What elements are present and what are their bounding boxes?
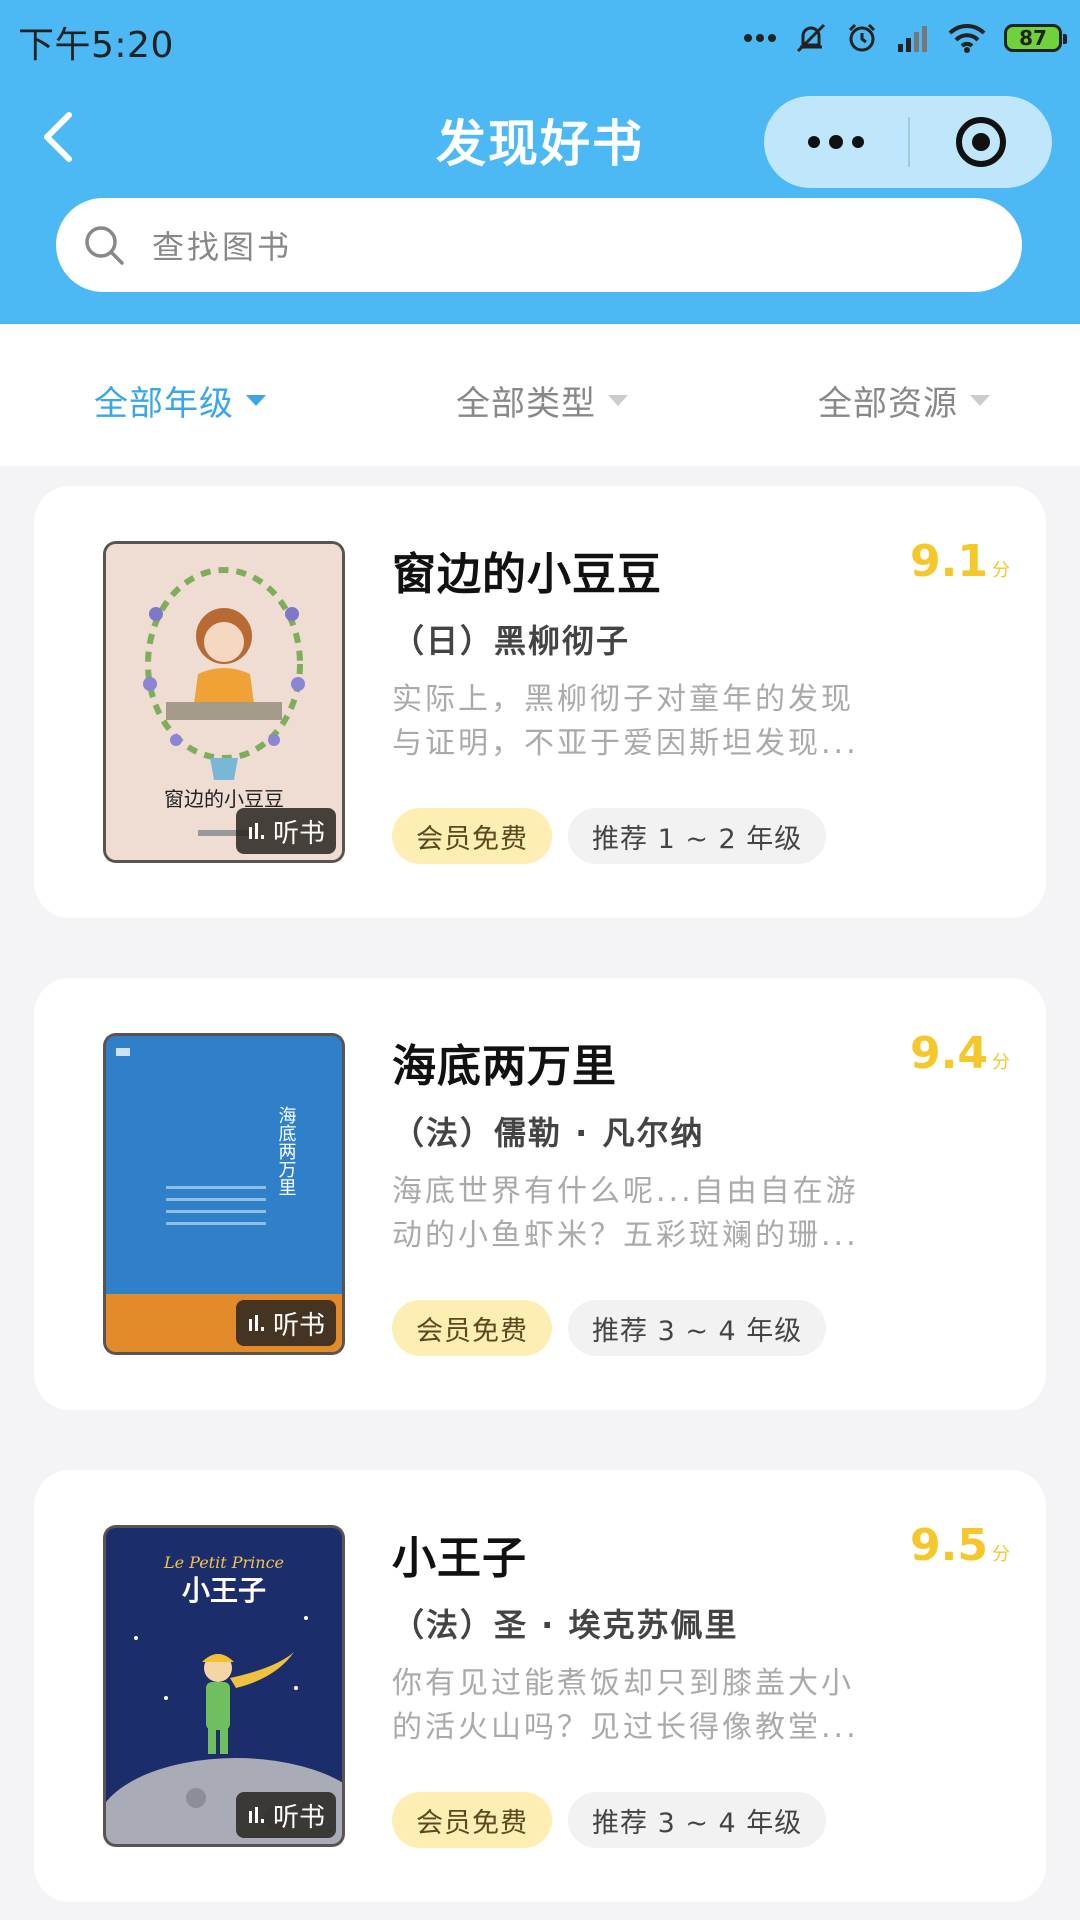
desc-line: 实际上，黑柳彻子对童年的发现 bbox=[392, 682, 854, 717]
book-description: 海底世界有什么呢...自由自在游 动的小鱼虾米？五彩斑斓的珊... bbox=[392, 1170, 912, 1258]
status-time: 下午5:20 bbox=[18, 25, 174, 66]
filter-type[interactable]: 全部类型 bbox=[456, 376, 628, 425]
search-input[interactable]: 查找图书 bbox=[56, 198, 1022, 292]
status-bar: 下午5:20 87 bbox=[0, 0, 1080, 72]
mute-bell-icon bbox=[796, 23, 826, 53]
book-card[interactable]: 海底两万里 听书 海底两万里 9.4 分 （法）儒勒 · 凡尔纳 海底世界有什么呢… bbox=[34, 978, 1046, 1410]
grade-tag: 推荐 1 ~ 2 年级 bbox=[568, 808, 827, 864]
alarm-icon bbox=[848, 23, 876, 52]
grade-tag: 推荐 3 ~ 4 年级 bbox=[568, 1792, 827, 1848]
mini-program-capsule bbox=[764, 96, 1052, 188]
search-icon bbox=[82, 223, 142, 267]
listen-badge[interactable]: 听书 bbox=[236, 808, 336, 854]
book-author: （日）黑柳彻子 bbox=[392, 622, 631, 660]
book-card[interactable]: 窗边的小豆豆 听书 窗边的小豆豆 9.1 分 （日）黑柳彻子 实际上，黑柳彻子对童… bbox=[34, 486, 1046, 918]
audio-bars-icon bbox=[248, 823, 264, 839]
status-icons: 87 bbox=[744, 18, 1067, 58]
signal-icon bbox=[898, 26, 927, 52]
book-title[interactable]: 小王子 bbox=[392, 1522, 527, 1586]
listen-badge[interactable]: 听书 bbox=[236, 1792, 336, 1838]
dropdown-icon bbox=[246, 395, 266, 406]
book-tags: 会员免费 推荐 3 ~ 4 年级 bbox=[392, 1792, 827, 1848]
audio-bars-icon bbox=[248, 1315, 264, 1331]
more-dots-icon bbox=[744, 34, 776, 42]
desc-line: 的活火山吗？见过长得像教堂... bbox=[392, 1710, 859, 1745]
book-description: 你有见过能煮饭却只到膝盖大小 的活火山吗？见过长得像教堂... bbox=[392, 1662, 912, 1750]
book-score: 9.1 分 bbox=[910, 536, 1010, 587]
more-button[interactable] bbox=[764, 96, 908, 188]
score-unit: 分 bbox=[992, 560, 1010, 581]
vip-free-tag: 会员免费 bbox=[392, 1792, 552, 1848]
book-tags: 会员免费 推荐 1 ~ 2 年级 bbox=[392, 808, 827, 864]
score-unit: 分 bbox=[992, 1544, 1010, 1565]
filter-label: 全部资源 bbox=[818, 384, 958, 424]
listen-badge[interactable]: 听书 bbox=[236, 1300, 336, 1346]
more-icon bbox=[808, 135, 864, 149]
score-value: 9.1 bbox=[910, 536, 988, 587]
book-score: 9.4 分 bbox=[910, 1028, 1010, 1079]
filter-bar: 全部年级 全部类型 全部资源 bbox=[0, 324, 1080, 466]
search-placeholder: 查找图书 bbox=[152, 228, 293, 266]
book-description: 实际上，黑柳彻子对童年的发现 与证明，不亚于爱因斯坦发现... bbox=[392, 678, 912, 766]
book-cover[interactable]: Le Petit Prince 小王子 听书 bbox=[106, 1528, 342, 1844]
cover-subtitle: Le Petit Prince bbox=[163, 1553, 284, 1572]
dropdown-icon bbox=[608, 395, 628, 406]
book-cover[interactable]: 海底两万里 听书 bbox=[106, 1036, 342, 1352]
battery-level: 87 bbox=[1019, 26, 1047, 50]
book-score: 9.5 分 bbox=[910, 1520, 1010, 1571]
close-program-button[interactable] bbox=[910, 96, 1052, 188]
book-author: （法）儒勒 · 凡尔纳 bbox=[392, 1114, 705, 1152]
header: 下午5:20 87 发现好书 查找图书 bbox=[0, 0, 1080, 324]
dropdown-icon bbox=[970, 395, 990, 406]
audio-bars-icon bbox=[248, 1807, 264, 1823]
grade-tag: 推荐 3 ~ 4 年级 bbox=[568, 1300, 827, 1356]
score-unit: 分 bbox=[992, 1052, 1010, 1073]
filter-resource[interactable]: 全部资源 bbox=[818, 376, 990, 425]
score-value: 9.5 bbox=[910, 1520, 988, 1571]
listen-label: 听书 bbox=[272, 1310, 325, 1341]
cover-title: 海底两万里 bbox=[276, 1106, 297, 1196]
book-tags: 会员免费 推荐 3 ~ 4 年级 bbox=[392, 1300, 827, 1356]
score-value: 9.4 bbox=[910, 1028, 988, 1079]
cover-title: 小王子 bbox=[182, 1574, 266, 1607]
book-author: （法）圣 · 埃克苏佩里 bbox=[392, 1606, 739, 1644]
filter-label: 全部年级 bbox=[94, 384, 234, 424]
battery-icon: 87 bbox=[1004, 24, 1067, 52]
book-card[interactable]: Le Petit Prince 小王子 听书 小王子 9.5 分 （法）圣 · 埃… bbox=[34, 1470, 1046, 1902]
book-title[interactable]: 海底两万里 bbox=[392, 1030, 617, 1094]
filter-label: 全部类型 bbox=[456, 384, 596, 424]
book-cover[interactable]: 窗边的小豆豆 听书 bbox=[106, 544, 342, 860]
desc-line: 动的小鱼虾米？五彩斑斓的珊... bbox=[392, 1218, 859, 1253]
nav-bar: 发现好书 bbox=[0, 80, 1080, 190]
desc-line: 与证明，不亚于爱因斯坦发现... bbox=[392, 726, 859, 761]
desc-line: 海底世界有什么呢...自由自在游 bbox=[392, 1174, 859, 1209]
target-icon bbox=[956, 117, 1006, 167]
vip-free-tag: 会员免费 bbox=[392, 1300, 552, 1356]
filter-grade[interactable]: 全部年级 bbox=[94, 376, 266, 425]
vip-free-tag: 会员免费 bbox=[392, 808, 552, 864]
desc-line: 你有见过能煮饭却只到膝盖大小 bbox=[392, 1666, 854, 1701]
book-title[interactable]: 窗边的小豆豆 bbox=[392, 538, 662, 602]
listen-label: 听书 bbox=[272, 818, 325, 849]
wifi-icon bbox=[948, 23, 986, 53]
listen-label: 听书 bbox=[272, 1802, 325, 1833]
